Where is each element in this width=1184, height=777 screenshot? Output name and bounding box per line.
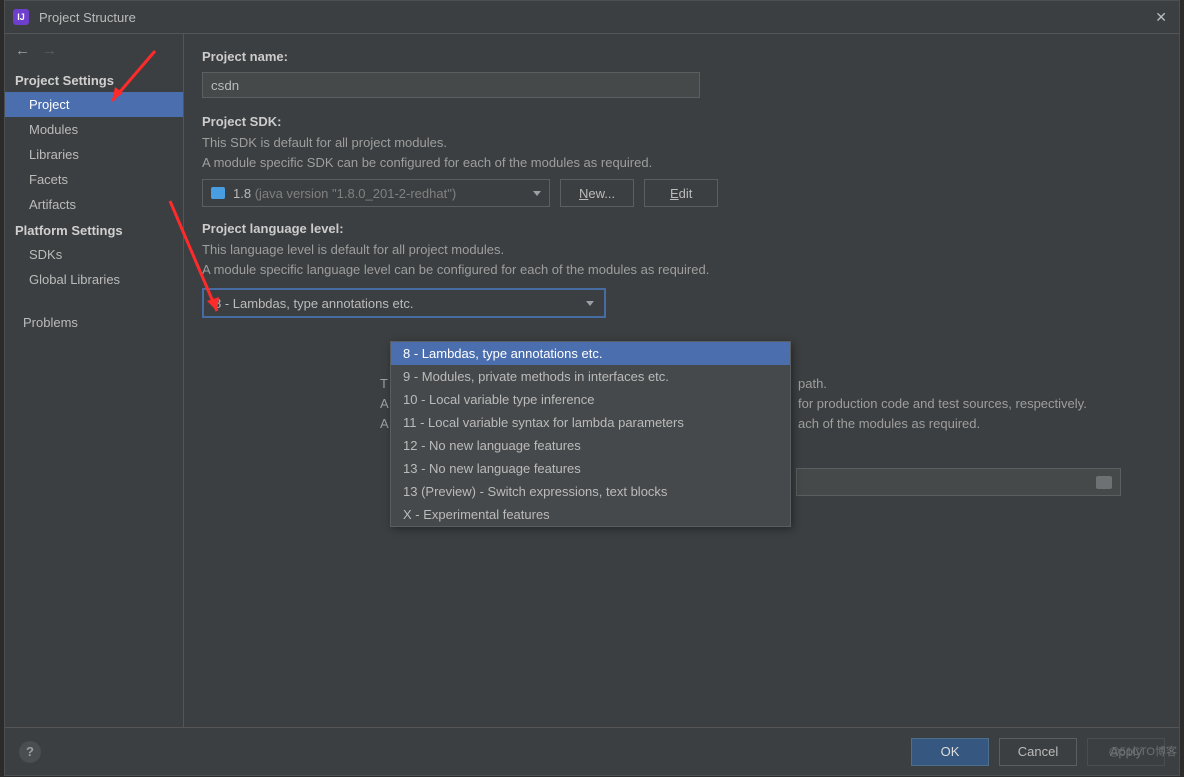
sidebar-item-problems[interactable]: Problems [5,310,183,335]
close-icon[interactable]: ✕ [1151,5,1171,30]
lang-help-2: A module specific language level can be … [202,260,1161,280]
dialog-body: ← → Project Settings Project Modules Lib… [5,34,1179,727]
language-level-label: Project language level: [202,221,1161,236]
back-arrow-icon[interactable]: ← [15,42,30,59]
folder-icon[interactable] [1096,476,1112,489]
content-panel: Project name: Project SDK: This SDK is d… [184,34,1179,727]
obscured-text: A [380,414,389,434]
ok-button[interactable]: OK [911,738,989,766]
sidebar-item-project[interactable]: Project [5,92,183,117]
project-name-input[interactable] [202,72,700,98]
nav-arrows: ← → [5,34,183,67]
project-sdk-label: Project SDK: [202,114,1161,129]
compiler-output-input[interactable] [796,468,1121,496]
dropdown-option[interactable]: 12 - No new language features [391,434,790,457]
dropdown-option[interactable]: 9 - Modules, private methods in interfac… [391,365,790,388]
sdk-combo-text: 1.8 (java version "1.8.0_201-2-redhat") [233,186,533,201]
button-bar: ? OK Cancel Apply [5,727,1179,775]
chevron-down-icon [586,301,594,306]
window-title: Project Structure [39,10,1151,25]
sidebar: ← → Project Settings Project Modules Lib… [5,34,184,727]
language-level-value: 8 - Lambdas, type annotations etc. [214,296,586,311]
compiler-help-2: for production code and test sources, re… [798,394,1087,414]
intellij-icon: IJ [13,9,29,25]
sidebar-item-facets[interactable]: Facets [5,167,183,192]
dropdown-option[interactable]: 10 - Local variable type inference [391,388,790,411]
compiler-help-3: ach of the modules as required. [798,414,980,434]
sidebar-item-modules[interactable]: Modules [5,117,183,142]
jdk-icon [211,187,225,199]
watermark: @51CTO博客 [1109,743,1177,759]
sidebar-header-project: Project Settings [5,67,183,92]
sidebar-item-global-libraries[interactable]: Global Libraries [5,267,183,292]
obscured-text: T [380,374,388,394]
project-structure-dialog: IJ Project Structure ✕ ← → Project Setti… [4,0,1180,776]
titlebar: IJ Project Structure ✕ [5,1,1179,34]
new-sdk-button[interactable]: New... [560,179,634,207]
sdk-help-2: A module specific SDK can be configured … [202,153,1161,173]
sidebar-header-platform: Platform Settings [5,217,183,242]
sidebar-item-sdks[interactable]: SDKs [5,242,183,267]
project-sdk-combo[interactable]: 1.8 (java version "1.8.0_201-2-redhat") [202,179,550,207]
lang-help-1: This language level is default for all p… [202,240,1161,260]
obscured-text: A [380,394,389,414]
sidebar-item-libraries[interactable]: Libraries [5,142,183,167]
forward-arrow-icon[interactable]: → [42,42,57,59]
compiler-help-1: path. [798,374,827,394]
cancel-button[interactable]: Cancel [999,738,1077,766]
sdk-help-1: This SDK is default for all project modu… [202,133,1161,153]
dropdown-option[interactable]: 11 - Local variable syntax for lambda pa… [391,411,790,434]
chevron-down-icon [533,191,541,196]
language-level-dropdown: 8 - Lambdas, type annotations etc. 9 - M… [390,341,791,527]
dropdown-option[interactable]: X - Experimental features [391,503,790,526]
sidebar-item-artifacts[interactable]: Artifacts [5,192,183,217]
help-icon[interactable]: ? [19,741,41,763]
project-name-label: Project name: [202,49,1161,64]
language-level-combo[interactable]: 8 - Lambdas, type annotations etc. [202,288,606,318]
dropdown-option[interactable]: 13 - No new language features [391,457,790,480]
dropdown-option[interactable]: 13 (Preview) - Switch expressions, text … [391,480,790,503]
edit-sdk-button[interactable]: Edit [644,179,718,207]
dropdown-option[interactable]: 8 - Lambdas, type annotations etc. [391,342,790,365]
